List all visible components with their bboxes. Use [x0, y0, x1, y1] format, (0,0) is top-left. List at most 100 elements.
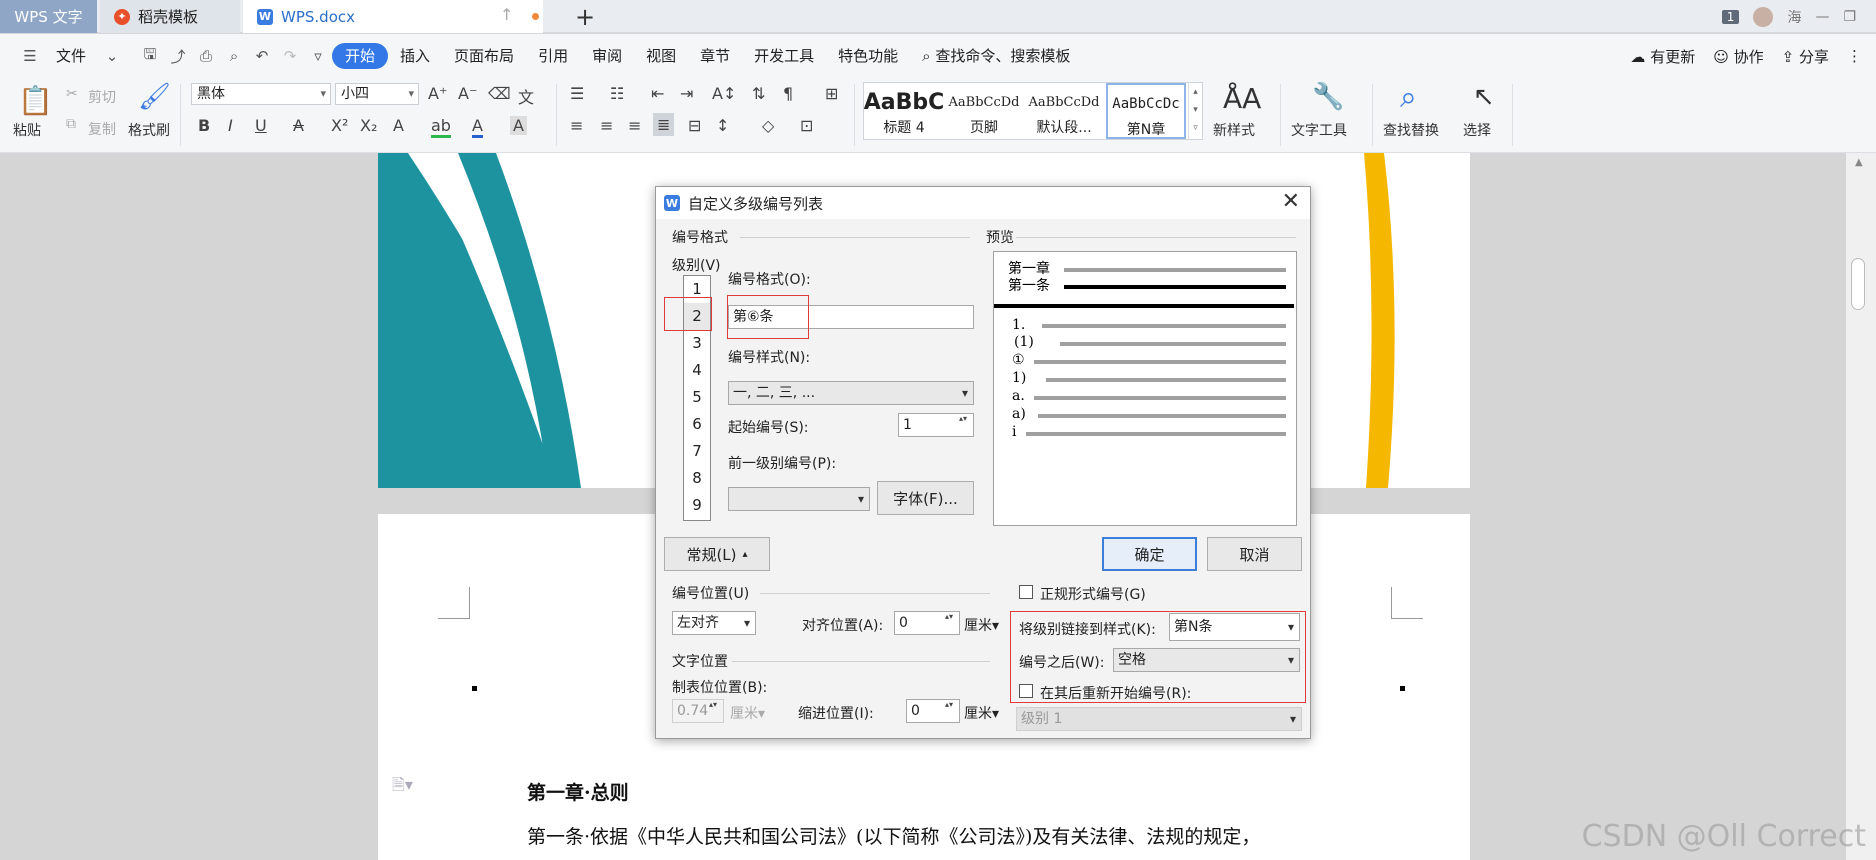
font-color-icon[interactable]: A	[472, 116, 483, 138]
tab-document[interactable]: W WPS.docx	[243, 0, 543, 33]
paste-icon[interactable]: 📋	[18, 84, 53, 117]
file-dropdown-chevron-icon[interactable]: ⌄	[98, 47, 126, 65]
bullet-list-icon[interactable]: ☰	[570, 84, 584, 103]
normal-collapse-button[interactable]: 常规(L) ▴	[664, 537, 770, 571]
clear-format-icon[interactable]: ⌫	[488, 84, 511, 103]
tab-home[interactable]: 开始	[332, 43, 389, 69]
new-style-icon[interactable]: ÅA	[1223, 82, 1261, 115]
select-cursor-icon[interactable]: ↖	[1473, 82, 1495, 112]
output-icon[interactable]: ⤴	[164, 46, 192, 67]
share-button[interactable]: ⇪ 分享	[1782, 46, 1829, 67]
level-item[interactable]: 8	[684, 465, 710, 492]
highlight-icon[interactable]: ab	[431, 116, 451, 138]
minimize-icon[interactable]: —	[1815, 9, 1829, 25]
line-spacing-icon[interactable]: ↕	[716, 116, 729, 135]
sort-icon[interactable]: ⇅	[752, 84, 765, 103]
restart-level-select[interactable]: 级别 1	[1016, 707, 1302, 731]
tab-template[interactable]: ✦ 稻壳模板	[100, 0, 240, 33]
more-options-icon[interactable]: ⋮	[1847, 47, 1862, 65]
align-center-icon[interactable]: ≡	[600, 116, 613, 135]
border-icon[interactable]: ⊡	[800, 116, 813, 135]
alignment-select[interactable]: 左对齐	[672, 611, 756, 635]
tab-features[interactable]: 特色功能	[826, 43, 910, 69]
grow-font-icon[interactable]: A⁺	[428, 84, 447, 103]
justify-icon[interactable]: ≣	[653, 113, 675, 136]
scroll-up-icon[interactable]: ▲	[1855, 157, 1863, 168]
italic-icon[interactable]: I	[228, 116, 233, 135]
link-style-select[interactable]: 第N条	[1169, 613, 1300, 641]
numbered-list-icon[interactable]: ☷	[610, 84, 624, 103]
article-paragraph[interactable]: 第一条·依据《中华人民共和国公司法》(以下简称《公司法》)及有关法律、法规的规定…	[527, 822, 1260, 849]
text-effect-icon[interactable]: A	[393, 116, 404, 135]
gallery-scroll-icon[interactable]: ▴ ▾ ▿	[1188, 83, 1202, 139]
align-left-icon[interactable]: ≡	[570, 116, 583, 135]
ok-button[interactable]: 确定	[1102, 537, 1197, 571]
font-family-select[interactable]: 黑体	[191, 83, 331, 105]
tab-references[interactable]: 引用	[526, 43, 580, 69]
start-number-spinner[interactable]: 1	[898, 413, 974, 437]
user-name[interactable]: 海	[1787, 7, 1801, 27]
update-button[interactable]: ☁ 有更新	[1630, 46, 1695, 67]
shrink-font-icon[interactable]: A⁻	[458, 84, 477, 103]
indent-unit[interactable]: 厘米▾	[964, 703, 999, 723]
customize-chevron-icon[interactable]: ▿	[304, 47, 332, 65]
indent-position-spinner[interactable]: 0	[906, 699, 960, 723]
table-grid-icon[interactable]: ⊞	[825, 84, 838, 103]
bold-icon[interactable]: B	[198, 116, 210, 135]
subscript-icon[interactable]: X₂	[360, 116, 377, 135]
distributed-icon[interactable]: ⊟	[688, 116, 701, 135]
strikethrough-icon[interactable]: A	[293, 116, 304, 135]
new-tab-button[interactable]: +	[570, 0, 600, 33]
char-shading-icon[interactable]: A	[510, 116, 527, 135]
level-item[interactable]: 5	[684, 384, 710, 411]
restore-icon[interactable]: ❐	[1843, 9, 1856, 25]
tab-wps-writer[interactable]: WPS 文字	[0, 0, 97, 33]
chapter-heading[interactable]: 第一章·总则	[527, 778, 629, 805]
tab-stop-spinner[interactable]: 0.74	[672, 699, 724, 723]
phonetic-icon[interactable]: 文	[518, 84, 534, 108]
number-style-select[interactable]: 一, 二, 三, ...	[728, 381, 974, 405]
level-item[interactable]: 6	[684, 411, 710, 438]
style-default[interactable]: AaBbCcDd 默认段...	[1024, 83, 1104, 139]
level-item[interactable]: 9	[684, 492, 710, 519]
underline-icon[interactable]: U	[255, 116, 267, 135]
copy-button[interactable]: 复制	[88, 119, 116, 139]
level-item[interactable]: 7	[684, 438, 710, 465]
command-search[interactable]: ⌕ 查找命令、搜索模板	[910, 43, 1082, 69]
find-replace-icon[interactable]: ⌕	[1400, 80, 1417, 115]
paste-button[interactable]: 粘贴	[13, 120, 41, 140]
align-position-spinner[interactable]: 0	[894, 611, 960, 635]
align-unit[interactable]: 厘米▾	[964, 615, 999, 635]
after-number-select[interactable]: 空格	[1113, 648, 1300, 672]
increase-indent-icon[interactable]: ⇥	[680, 84, 693, 103]
new-style-button[interactable]: 新样式	[1213, 120, 1255, 140]
close-icon[interactable]: ✕	[1282, 189, 1300, 214]
user-avatar[interactable]	[1753, 6, 1774, 27]
tab-review[interactable]: 审阅	[580, 43, 634, 69]
restart-numbering-checkbox[interactable]	[1019, 684, 1033, 698]
find-replace-button[interactable]: 查找替换	[1383, 120, 1439, 140]
font-size-select[interactable]: 小四	[335, 83, 419, 105]
shading-icon[interactable]: ◇	[762, 116, 774, 135]
text-tools-button[interactable]: 文字工具	[1291, 120, 1347, 140]
style-footer[interactable]: AaBbCcDd 页脚	[944, 83, 1024, 139]
save-icon[interactable]: 🖫	[136, 44, 164, 69]
format-painter-icon[interactable]: 🖌	[138, 82, 171, 112]
superscript-icon[interactable]: X²	[331, 116, 348, 135]
align-right-icon[interactable]: ≡	[628, 116, 641, 135]
cut-icon[interactable]: ✂	[66, 86, 78, 102]
print-icon[interactable]: ⎙	[192, 47, 220, 65]
cut-button[interactable]: 剪切	[88, 87, 116, 107]
style-chapter-n[interactable]: AaBbCcDc 第N章	[1106, 83, 1186, 139]
level-item[interactable]: 3	[684, 330, 710, 357]
menu-file[interactable]: 文件	[44, 43, 98, 69]
chinese-layout-icon[interactable]: A↕	[712, 84, 736, 103]
paragraph-tool-icon[interactable]: 🗎▾	[392, 774, 413, 801]
cancel-button[interactable]: 取消	[1207, 537, 1302, 571]
dialog-titlebar[interactable]: W 自定义多级编号列表 ✕	[656, 187, 1310, 219]
select-button[interactable]: 选择	[1463, 120, 1491, 140]
style-heading4[interactable]: AaBbC 标题 4	[864, 83, 945, 139]
window-count-badge[interactable]: 1	[1721, 9, 1740, 24]
prev-level-select[interactable]	[728, 487, 870, 511]
scrollbar-thumb[interactable]	[1851, 258, 1865, 310]
